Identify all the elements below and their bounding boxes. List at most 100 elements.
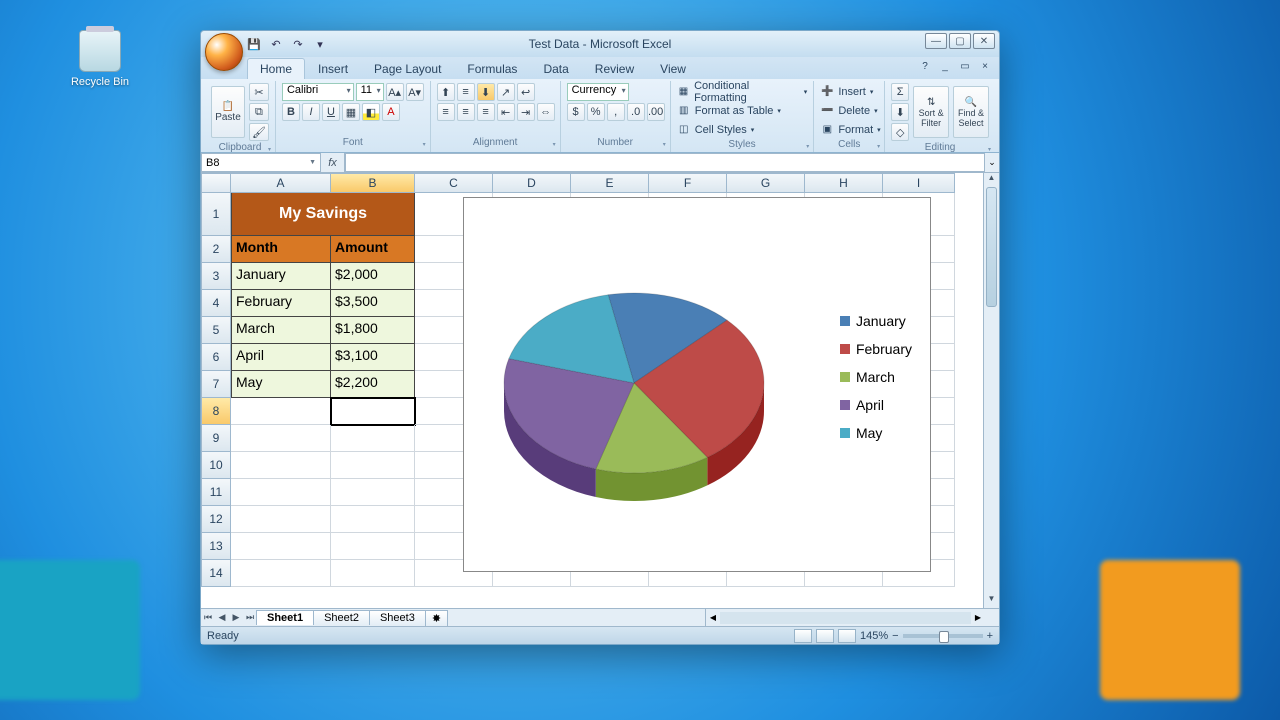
fx-button[interactable]: fx [321, 153, 345, 172]
row-header-2[interactable]: 2 [201, 236, 231, 263]
row-header-1[interactable]: 1 [201, 193, 231, 236]
cell-B13[interactable] [331, 533, 415, 560]
row-header-13[interactable]: 13 [201, 533, 231, 560]
qat-redo-icon[interactable]: ↷ [289, 35, 307, 53]
align-right-button[interactable]: ≡ [477, 103, 495, 121]
orientation-button[interactable]: ↗ [497, 83, 515, 101]
fill-button[interactable]: ⬇ [891, 103, 909, 121]
increase-indent-button[interactable]: ⇥ [517, 103, 535, 121]
column-header-B[interactable]: B [331, 173, 415, 193]
font-name-combo[interactable]: Calibri [282, 83, 354, 101]
select-all-corner[interactable] [201, 173, 231, 193]
row-header-3[interactable]: 3 [201, 263, 231, 290]
cell-B5[interactable]: $1,800 [331, 317, 415, 344]
scroll-thumb[interactable] [986, 187, 997, 307]
row-header-7[interactable]: 7 [201, 371, 231, 398]
fill-color-button[interactable]: ◧ [362, 103, 380, 121]
horizontal-scrollbar[interactable]: ◀ ▶ [705, 609, 985, 626]
underline-button[interactable]: U [322, 103, 340, 121]
align-bottom-button[interactable]: ⬇ [477, 83, 495, 101]
insert-cells-button[interactable]: ➕Insert [820, 83, 873, 100]
format-cells-button[interactable]: ▣Format [820, 121, 880, 138]
align-center-button[interactable]: ≡ [457, 103, 475, 121]
find-select-button[interactable]: 🔍Find & Select [953, 86, 989, 138]
cell-A3[interactable]: January [231, 263, 331, 290]
cell-A10[interactable] [231, 452, 331, 479]
expand-formula-bar-icon[interactable]: ⌄ [985, 153, 999, 172]
cell-A13[interactable] [231, 533, 331, 560]
sheet-tab-2[interactable]: Sheet2 [313, 610, 370, 625]
font-size-combo[interactable]: 11 [356, 83, 384, 101]
copy-button[interactable]: ⧉ [249, 103, 269, 121]
vertical-scrollbar[interactable]: ▲ ▼ [983, 173, 999, 608]
view-normal-button[interactable] [794, 629, 812, 643]
tab-home[interactable]: Home [247, 58, 305, 79]
cell-A9[interactable] [231, 425, 331, 452]
desktop-recycle-bin[interactable]: Recycle Bin [70, 30, 130, 88]
help-icon[interactable]: ? [917, 59, 933, 73]
cell-A8[interactable] [231, 398, 331, 425]
inner-minimize-icon[interactable]: _ [937, 59, 953, 73]
cut-button[interactable]: ✂ [249, 83, 269, 101]
zoom-out-button[interactable]: − [892, 630, 898, 642]
row-header-5[interactable]: 5 [201, 317, 231, 344]
cell-B7[interactable]: $2,200 [331, 371, 415, 398]
qat-undo-icon[interactable]: ↶ [267, 35, 285, 53]
cell-A14[interactable] [231, 560, 331, 587]
currency-button[interactable]: $ [567, 103, 585, 121]
formula-input[interactable] [345, 153, 985, 172]
office-button[interactable] [205, 33, 243, 71]
column-header-I[interactable]: I [883, 173, 955, 193]
align-middle-button[interactable]: ≡ [457, 83, 475, 101]
column-header-D[interactable]: D [493, 173, 571, 193]
scroll-right-icon[interactable]: ▶ [971, 613, 985, 622]
name-box[interactable]: B8 [201, 153, 321, 172]
minimize-button[interactable]: — [925, 33, 947, 49]
close-button[interactable]: ✕ [973, 33, 995, 49]
tab-insert[interactable]: Insert [305, 58, 361, 79]
maximize-button[interactable]: ▢ [949, 33, 971, 49]
column-header-H[interactable]: H [805, 173, 883, 193]
new-sheet-button[interactable]: ✸ [425, 610, 448, 626]
align-top-button[interactable]: ⬆ [437, 83, 455, 101]
row-header-6[interactable]: 6 [201, 344, 231, 371]
cell-styles-button[interactable]: ◫Cell Styles [677, 121, 754, 138]
comma-button[interactable]: , [607, 103, 625, 121]
row-header-14[interactable]: 14 [201, 560, 231, 587]
sheet-tab-3[interactable]: Sheet3 [369, 610, 426, 625]
sheet-tab-1[interactable]: Sheet1 [256, 610, 314, 625]
decrease-decimal-button[interactable]: .00 [647, 103, 665, 121]
cell-B14[interactable] [331, 560, 415, 587]
merge-button[interactable]: ⇔ [537, 103, 555, 121]
wrap-text-button[interactable]: ↩ [517, 83, 535, 101]
increase-decimal-button[interactable]: .0 [627, 103, 645, 121]
tab-data[interactable]: Data [530, 58, 581, 79]
row-header-9[interactable]: 9 [201, 425, 231, 452]
cell-A6[interactable]: April [231, 344, 331, 371]
paste-button[interactable]: 📋 Paste [211, 86, 245, 138]
view-page-layout-button[interactable] [816, 629, 834, 643]
decrease-indent-button[interactable]: ⇤ [497, 103, 515, 121]
sort-filter-button[interactable]: ⇅Sort & Filter [913, 86, 949, 138]
column-header-G[interactable]: G [727, 173, 805, 193]
autosum-button[interactable]: Σ [891, 83, 909, 101]
qat-customize-icon[interactable]: ▾ [311, 35, 329, 53]
percent-button[interactable]: % [587, 103, 605, 121]
cell-A2[interactable]: Month [231, 236, 331, 263]
zoom-in-button[interactable]: + [987, 630, 993, 642]
align-left-button[interactable]: ≡ [437, 103, 455, 121]
number-format-combo[interactable]: Currency [567, 83, 629, 101]
scroll-down-icon[interactable]: ▼ [984, 594, 999, 608]
zoom-slider[interactable] [903, 634, 983, 638]
column-header-F[interactable]: F [649, 173, 727, 193]
cell-B10[interactable] [331, 452, 415, 479]
cell-B9[interactable] [331, 425, 415, 452]
row-header-8[interactable]: 8 [201, 398, 231, 425]
tab-review[interactable]: Review [582, 58, 647, 79]
embedded-pie-chart[interactable]: JanuaryFebruaryMarchAprilMay [463, 197, 931, 572]
cell-B8[interactable] [331, 398, 415, 425]
column-header-E[interactable]: E [571, 173, 649, 193]
cell-A12[interactable] [231, 506, 331, 533]
font-color-button[interactable]: A [382, 103, 400, 121]
row-header-12[interactable]: 12 [201, 506, 231, 533]
